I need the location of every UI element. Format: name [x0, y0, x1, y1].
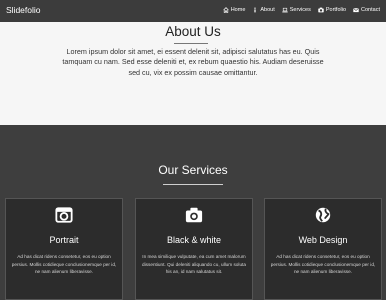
about-title-divider — [174, 43, 208, 44]
service-card-text: Ad has dicat ridens consetetur, eos eu o… — [270, 254, 376, 275]
service-card-black-white: Black & white In mea similique vulputate… — [135, 198, 253, 300]
services-title-divider — [163, 184, 223, 185]
service-card-web-design: Web Design Ad has dicat ridens consetetu… — [264, 198, 382, 300]
camera-icon — [318, 7, 324, 13]
nav-home-label: Home — [230, 7, 246, 13]
service-card-text: In mea similique vulputate, ea cum amet … — [142, 254, 246, 275]
brand-logo[interactable]: Slidefolio — [6, 5, 41, 15]
about-section: About Us Lorem ipsum dolor sit amet, ei … — [0, 22, 386, 125]
service-card-portrait: Portrait Ad has dicat ridens consetetur,… — [5, 198, 123, 300]
info-icon — [254, 7, 256, 13]
nav-home[interactable]: Home — [223, 7, 246, 13]
navbar: Slidefolio Home About Services Portfolio — [0, 0, 386, 23]
service-card-title: Portrait — [49, 235, 79, 245]
home-icon — [223, 7, 229, 13]
camera-icon — [185, 207, 203, 223]
nav-contact[interactable]: Contact — [353, 7, 380, 13]
services-section: Our Services Portrait Ad has dicat riden… — [0, 125, 386, 300]
envelope-icon — [353, 7, 359, 13]
nav-portfolio[interactable]: Portfolio — [318, 7, 346, 13]
camera-retro-icon — [55, 207, 73, 223]
nav-about-label: About — [260, 7, 275, 13]
nav-services[interactable]: Services — [282, 7, 311, 13]
about-text: Lorem ipsum dolor sit amet, ei essent de… — [62, 47, 324, 77]
service-card-title: Black & white — [166, 235, 222, 245]
service-card-text: Ad has dicat ridens consetetur, eos eu o… — [11, 254, 117, 275]
nav-services-label: Services — [289, 7, 311, 13]
nav-about[interactable]: About — [252, 7, 275, 13]
services-title: Our Services — [158, 163, 228, 177]
service-card-title: Web Design — [298, 235, 348, 245]
laptop-icon — [282, 7, 288, 13]
about-title: About Us — [165, 24, 221, 39]
globe-icon — [315, 207, 331, 223]
main-nav: Home About Services Portfolio Contact — [223, 7, 380, 13]
nav-portfolio-label: Portfolio — [325, 7, 347, 13]
nav-contact-label: Contact — [361, 7, 380, 13]
